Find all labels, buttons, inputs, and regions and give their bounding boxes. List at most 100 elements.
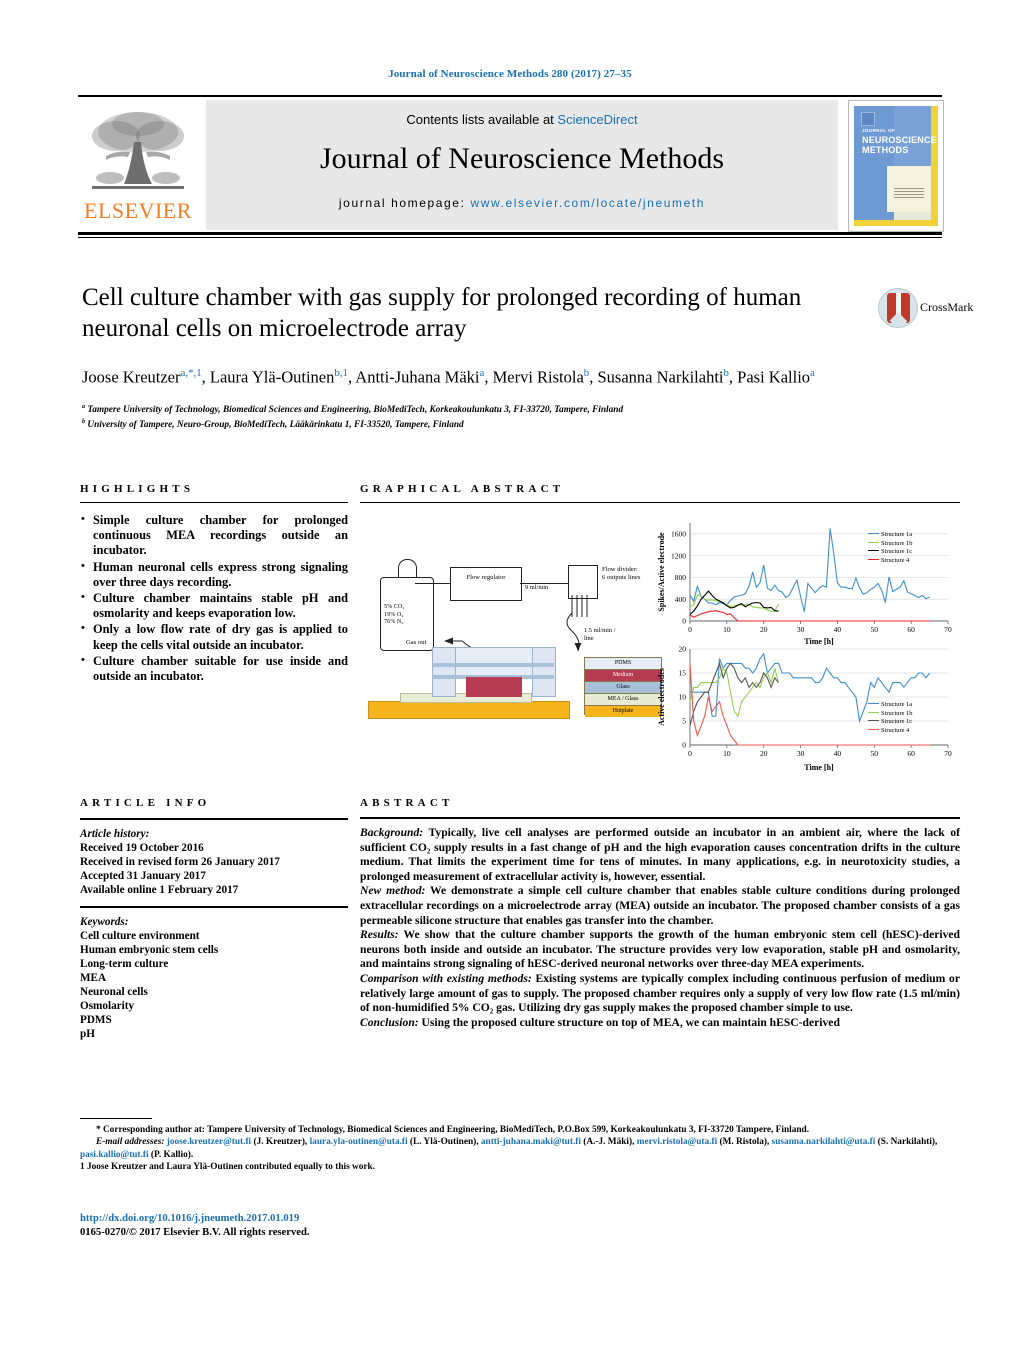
article-history-list: Received 19 October 2016 Received in revi…: [80, 841, 348, 897]
gas-n2-line: 76% N₂: [384, 618, 404, 626]
email-owner: (S. Narkilahti),: [875, 1137, 938, 1148]
chart-legend-label: Structure 1a: [881, 531, 913, 538]
cover-elsevier-mark-icon: [861, 112, 875, 126]
abstract-body: Background: Typically, live cell analyse…: [360, 826, 960, 1030]
page-title: Cell culture chamber with gas supply for…: [82, 284, 802, 342]
crossmark-badge[interactable]: CrossMark: [878, 288, 973, 328]
svg-text:1200: 1200: [671, 551, 686, 560]
svg-text:10: 10: [679, 693, 687, 702]
gas-co2-line: 5% CO₂: [384, 603, 405, 610]
cover-yellow-edge: [931, 106, 938, 226]
chart-legend-label: Structure 1c: [881, 548, 913, 556]
keywords-rule: [80, 906, 348, 908]
chart-legend-item: Structure 1c: [868, 718, 912, 727]
svg-text:70: 70: [944, 625, 952, 634]
svg-text:30: 30: [797, 625, 805, 634]
svg-text:10: 10: [723, 749, 731, 758]
email-link[interactable]: joose.kreutzer@tut.fi: [167, 1137, 251, 1147]
copyright-line: 0165-0270/© 2017 Elsevier B.V. All right…: [80, 1227, 310, 1238]
chart-legend-swatch: [868, 533, 879, 534]
abstract-section: ABSTRACT Background: Typically, live cel…: [360, 797, 960, 1030]
chart-legend-swatch: [868, 550, 879, 552]
email-owner: (M. Ristola),: [717, 1137, 772, 1148]
highlights-list: Simple culture chamber for prolonged con…: [80, 512, 348, 684]
email-owner: (L. Ylä-Outinen),: [407, 1137, 481, 1148]
cover-line1: JOURNAL OF: [862, 128, 896, 133]
email-link[interactable]: antti-juhana.maki@tut.fi: [481, 1137, 581, 1147]
article-info-section: ARTICLE INFO Article history: Received 1…: [80, 797, 348, 1041]
crossmark-icon: [878, 288, 918, 328]
article-info-rule: [80, 818, 348, 820]
chart-legend-label: Structure 4: [881, 726, 910, 734]
svg-text:0: 0: [682, 617, 686, 626]
footer-block: http://dx.doi.org/10.1016/j.jneumeth.201…: [80, 1212, 680, 1240]
email-link[interactable]: pasi.kallio@tut.fi: [80, 1150, 149, 1160]
article-history-item: Available online 1 February 2017: [80, 884, 239, 896]
email-addresses-note: E-mail addresses: joose.kreutzer@tut.fi …: [80, 1136, 960, 1161]
keyword-item: Long-term culture: [80, 958, 169, 970]
doi-link[interactable]: http://dx.doi.org/10.1016/j.jneumeth.201…: [80, 1213, 299, 1224]
footnote-rule: [80, 1118, 152, 1119]
abstract-paragraph: Background: Typically, live cell analyse…: [360, 826, 960, 883]
abstract-paragraph-lead: New method:: [360, 884, 426, 898]
pdms-right-wall: [532, 647, 556, 697]
svg-text:0: 0: [688, 625, 692, 634]
keyword-item: MEA: [80, 972, 107, 984]
email-link[interactable]: mervi.ristola@uta.fi: [637, 1137, 717, 1147]
keyword-item: Human embryonic stem cells: [80, 944, 219, 956]
affiliation-b-text: University of Tampere, Neuro-Group, BioM…: [87, 420, 464, 431]
svg-text:400: 400: [675, 595, 687, 604]
article-history-item: Accepted 31 January 2017: [80, 870, 206, 882]
keyword-item: Cell culture environment: [80, 930, 200, 942]
chart-legend-label: Structure 1a: [881, 701, 913, 708]
flow-divider-label: Flow divider: 6 outputs lines: [602, 566, 640, 583]
chart-legend-label: Structure 1b: [881, 539, 913, 547]
chart-legend-item: Structure 1a: [868, 531, 912, 540]
email-link[interactable]: susanna.narkilahti@uta.fi: [772, 1137, 876, 1147]
abstract-paragraph: New method: We demonstrate a simple cell…: [360, 884, 961, 927]
graphical-abstract-rule: [360, 502, 960, 503]
email-owner: (P. Kallio).: [148, 1149, 194, 1160]
chart-legend-item: Structure 1b: [868, 710, 912, 719]
chart-legend-item: Structure 1a: [868, 701, 912, 710]
svg-text:800: 800: [675, 573, 687, 582]
svg-text:15: 15: [679, 669, 687, 678]
journal-homepage-link[interactable]: www.elsevier.com/locate/jneumeth: [470, 196, 705, 210]
sciencedirect-link[interactable]: ScienceDirect: [557, 112, 637, 127]
email-link[interactable]: laura.yla-outinen@uta.fi: [310, 1137, 408, 1147]
abstract-paragraph: Results: We show that the culture chambe…: [360, 928, 960, 971]
svg-text:Active electrodes: Active electrodes: [657, 668, 666, 726]
flow-regulator-label: Flow regulator: [466, 574, 506, 581]
article-info-heading: ARTICLE INFO: [80, 797, 211, 809]
keyword-item: Osmolarity: [80, 1000, 135, 1012]
chart-legend-swatch: [868, 728, 879, 730]
gas-out-label: Gas out: [406, 639, 427, 646]
cover-line2: NEUROSCIENCE: [862, 135, 937, 145]
svg-text:60: 60: [907, 749, 915, 758]
svg-text:50: 50: [871, 749, 879, 758]
layer-legend-row: Hotplate: [585, 706, 661, 717]
elsevier-tree-icon: [92, 112, 184, 189]
keyword-item: Neuronal cells: [80, 986, 148, 998]
svg-text:20: 20: [760, 625, 768, 634]
keyword-item: PDMS: [80, 1014, 112, 1026]
affiliation-a-text: Tampere University of Technology, Biomed…: [87, 404, 624, 415]
medium-layer: [466, 677, 522, 697]
glass-layer-upper: [432, 663, 554, 667]
article-first-page: Journal of Neuroscience Methods 280 (201…: [0, 0, 1020, 1351]
svg-text:20: 20: [679, 645, 687, 654]
chart-legend-swatch: [868, 703, 879, 704]
chart-legend-label: Structure 1c: [881, 718, 913, 726]
highlight-item: Only a low flow rate of dry gas is appli…: [80, 621, 348, 652]
chart-spikes-per-active-electrode: 0 10 20 30 40 50 60 70 0 400 800 1200 1600 Time [h] Sp…: [656, 517, 956, 646]
chart-legend-item: Structure 4: [868, 727, 912, 736]
hotplate-layer: [368, 701, 570, 719]
chart-legend-swatch: [868, 711, 879, 713]
flow-regulator-box: Flow regulator: [450, 567, 522, 601]
chart-legend-swatch: [868, 558, 879, 560]
chart-series-line: [689, 610, 930, 622]
highlight-item: Culture chamber maintains stable pH and …: [80, 590, 348, 621]
chart-legend-swatch: [868, 541, 879, 543]
equal-contribution-note: 1 Joose Kreutzer and Laura Ylä-Outinen c…: [80, 1162, 376, 1173]
svg-text:Time [h]: Time [h]: [804, 763, 834, 771]
